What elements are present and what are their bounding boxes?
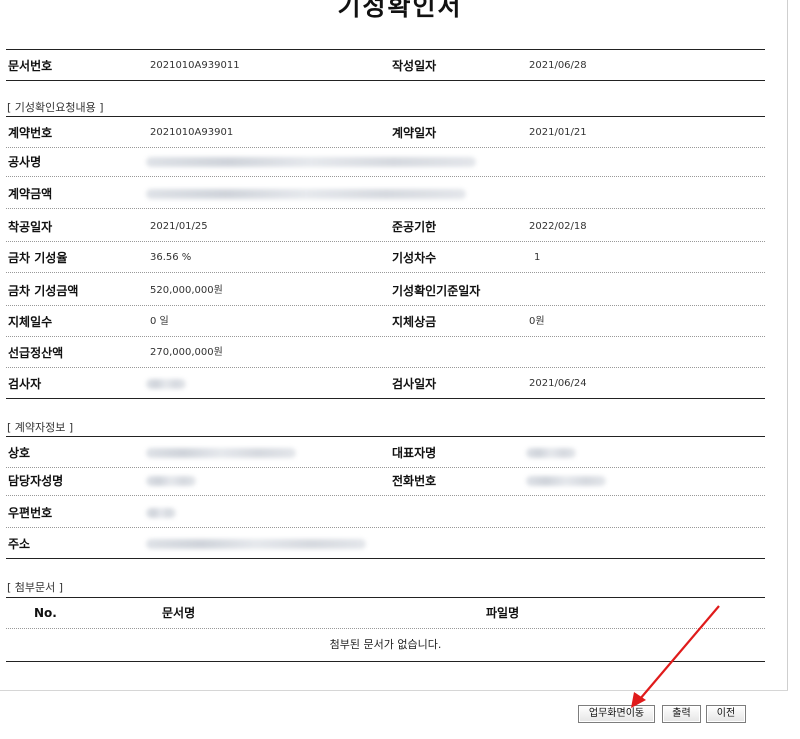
annotation-arrow-icon	[631, 605, 720, 708]
confirmation-document: 기성확인서 문서번호 2021010A939011 작성일자 2021/06/2…	[0, 0, 800, 739]
